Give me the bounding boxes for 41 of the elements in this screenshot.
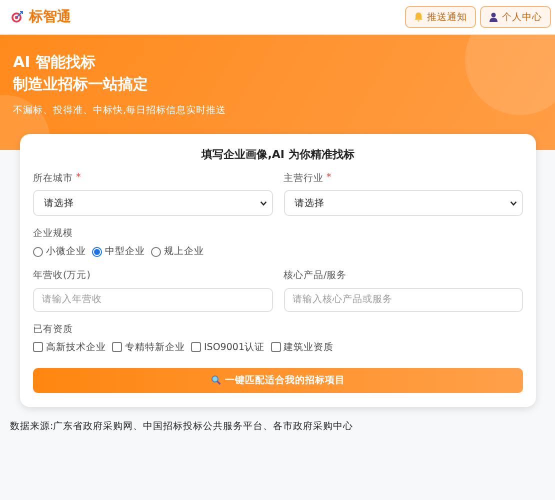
radio-button[interactable] (151, 246, 161, 256)
hero-title: 制造业招标一站搞定 (13, 74, 149, 95)
radio-button[interactable] (92, 246, 102, 256)
checkbox[interactable] (191, 342, 201, 352)
field-label: 核心产品/服务 (284, 269, 348, 282)
form-title: 填写企业画像,AI 为你精准找标 (200, 147, 356, 162)
input-field[interactable]: 请输入核心产品或服务 (284, 288, 523, 312)
user-icon (489, 12, 498, 22)
header-button[interactable]: 推送通知 (405, 6, 476, 28)
input-field[interactable]: 请输入年营收 (33, 288, 272, 312)
select-field[interactable]: 请选择 (284, 190, 523, 216)
checkbox-label: 高新技术企业 (46, 340, 106, 354)
checkbox[interactable] (33, 342, 43, 352)
checkbox-label: 专精特新企业 (125, 340, 185, 354)
checkbox-label: ISO9001认证 (204, 340, 264, 354)
required-mark: * (326, 172, 332, 185)
header-button[interactable]: 个人中心 (480, 6, 551, 28)
radio-label: 中型企业 (105, 245, 145, 258)
field-label: 主营行业 * (284, 172, 332, 185)
radio-button[interactable] (33, 246, 43, 256)
search-icon (211, 375, 221, 385)
logo-text: 标智通 (29, 8, 71, 26)
chevron-icon (260, 200, 266, 206)
field-label: 年营收(万元) (33, 269, 92, 282)
checkbox[interactable] (270, 342, 280, 352)
chevron-icon (510, 200, 517, 206)
radio-label: 小微企业 (46, 245, 86, 258)
field-label: 已有资质 (33, 322, 74, 336)
checkbox[interactable] (112, 342, 122, 352)
field-label: 企业规模 (33, 227, 74, 240)
data-source-note: 数据来源:广东省政府采购网、中国招标投标公共服务平台、各市政府采购中心 (10, 420, 354, 432)
select-field[interactable]: 请选择 (33, 190, 272, 216)
radio-label: 规上企业 (164, 245, 204, 258)
match-button[interactable]: 一键匹配适合我的招标项目 (33, 368, 523, 392)
hero-title: AI 智能找标 (13, 52, 96, 73)
hero-subtitle: 不漏标、投得准、中标快,每日招标信息实时推送 (13, 104, 228, 117)
checkbox-label: 建筑业资质 (284, 340, 334, 354)
target-icon (11, 11, 23, 23)
field-label: 所在城市 * (33, 172, 82, 185)
required-mark: * (76, 172, 81, 185)
bell-icon (414, 12, 423, 22)
